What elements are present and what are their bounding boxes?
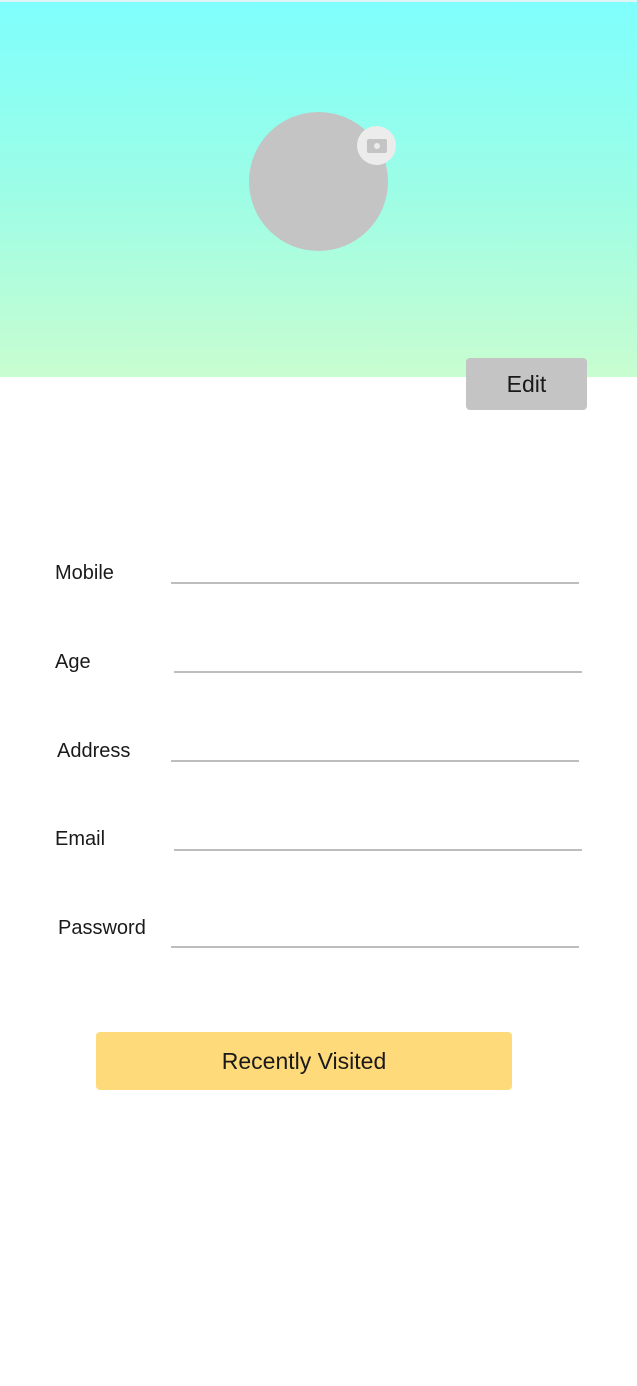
email-field[interactable] <box>174 821 582 851</box>
camera-icon <box>366 138 387 153</box>
mobile-label: Mobile <box>55 562 114 584</box>
email-label: Email <box>55 828 106 850</box>
edit-button[interactable]: Edit <box>466 358 587 410</box>
age-field[interactable] <box>174 643 582 673</box>
recently-visited-button[interactable]: Recently Visited <box>96 1032 512 1090</box>
profile-header <box>0 0 637 377</box>
address-field[interactable] <box>171 732 579 762</box>
password-field[interactable] <box>171 918 579 948</box>
age-label: Age <box>55 651 91 673</box>
address-label: Address <box>57 740 131 762</box>
change-photo-button[interactable] <box>357 126 396 165</box>
mobile-field[interactable] <box>171 554 579 584</box>
password-label: Password <box>58 917 146 939</box>
